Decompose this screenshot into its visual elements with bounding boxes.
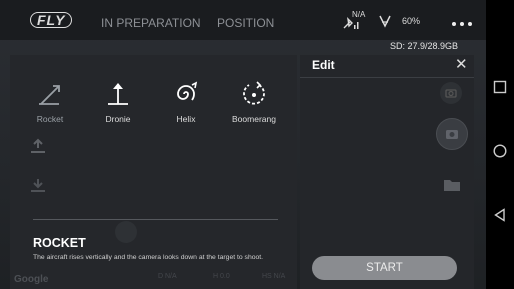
back-icon[interactable] bbox=[493, 208, 507, 222]
rocket-icon bbox=[20, 80, 80, 108]
close-icon[interactable]: ✕ bbox=[455, 55, 468, 73]
app-logo: FLY bbox=[30, 12, 73, 28]
mode-label: Helix bbox=[176, 114, 196, 124]
recent-apps-icon[interactable] bbox=[493, 80, 507, 94]
status-title: IN PREPARATION bbox=[101, 16, 201, 30]
mode-description-title: ROCKET bbox=[33, 236, 86, 250]
sd-storage: SD: 27.9/28.9GB bbox=[390, 41, 459, 51]
mode-helix[interactable]: Helix bbox=[156, 80, 216, 124]
edit-divider bbox=[300, 77, 474, 78]
app-screen: FLY IN PREPARATION POSITION N/A 60% SD: … bbox=[0, 0, 486, 289]
landing-icon bbox=[29, 177, 47, 198]
helix-icon bbox=[156, 80, 216, 108]
smart-mode-list: Rocket Dronie Helix Boomerang bbox=[10, 80, 297, 140]
collapse-button[interactable] bbox=[115, 221, 137, 243]
mode-label: Boomerang bbox=[232, 114, 276, 124]
android-nav-bar bbox=[486, 0, 514, 289]
mode-divider bbox=[33, 219, 278, 220]
home-icon[interactable] bbox=[493, 144, 507, 158]
mode-label: Rocket bbox=[36, 114, 64, 124]
top-bar: FLY IN PREPARATION POSITION N/A 60% bbox=[0, 0, 486, 40]
google-watermark: Google bbox=[14, 274, 49, 285]
gallery-folder-icon[interactable] bbox=[443, 178, 461, 197]
remote-controller-icon bbox=[378, 14, 392, 33]
camera-switch-icon[interactable] bbox=[440, 82, 462, 104]
takeoff-icon bbox=[29, 138, 47, 159]
edit-title: Edit bbox=[312, 58, 335, 72]
distance-readout: D N/A bbox=[158, 273, 177, 280]
position-label: POSITION bbox=[217, 16, 275, 30]
gps-text: N/A bbox=[352, 10, 366, 19]
mode-dronie[interactable]: Dronie bbox=[88, 80, 148, 124]
hspeed-readout: HS N/A bbox=[262, 273, 286, 280]
dronie-icon bbox=[88, 80, 148, 108]
mode-label: Dronie bbox=[105, 114, 131, 124]
boomerang-icon bbox=[224, 80, 284, 108]
mode-description-text: The aircraft rises vertically and the ca… bbox=[33, 254, 264, 261]
height-readout: H 0.0 bbox=[213, 273, 230, 280]
battery-percent: 60% bbox=[402, 16, 421, 26]
shutter-camera-icon[interactable] bbox=[436, 118, 468, 150]
more-dots-icon[interactable] bbox=[451, 15, 473, 33]
mode-rocket[interactable]: Rocket bbox=[20, 80, 80, 124]
mode-boomerang[interactable]: Boomerang bbox=[224, 80, 284, 124]
start-button[interactable]: START bbox=[312, 256, 457, 280]
